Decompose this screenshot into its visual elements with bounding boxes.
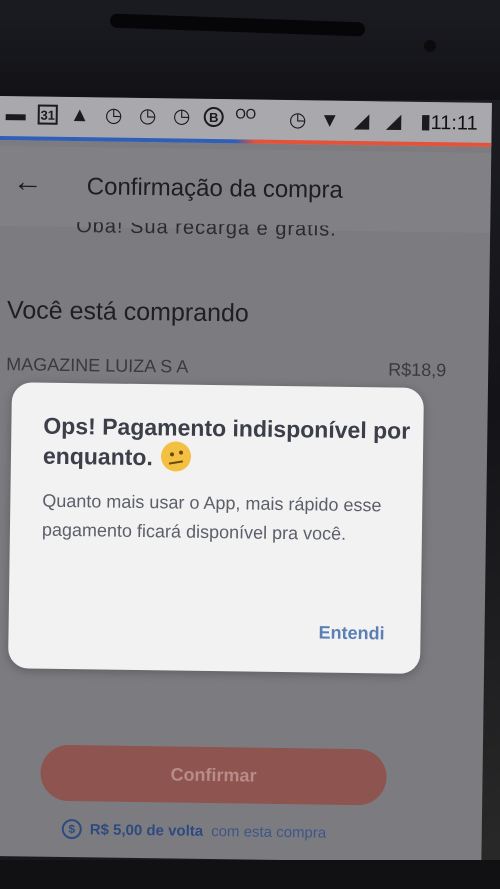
alarm-icon: ◷	[138, 104, 157, 128]
cashback-info: $ R$ 5,00 de volta com esta compra	[61, 818, 327, 843]
voicemail-icon: ᴼᴼ	[235, 106, 257, 129]
b-circle-icon: B	[203, 106, 224, 128]
merchant-row: MAGAZINE LUIZA S A R$18,9	[6, 354, 446, 382]
phone-photo: ▬ 31 ▲ ◷ ◷ ◷ B ᴼᴼ ◷ ▼ ◢ ◢ ▮ 11:11 ← Conf…	[0, 0, 500, 889]
page-title: Confirmação da compra	[86, 173, 344, 204]
dialog-message: Quanto mais usar o App, mais rápido esse…	[41, 490, 382, 544]
wifi-icon: ▼	[319, 109, 340, 132]
system-icons: ◷ ▼ ◢ ◢ ▮	[286, 108, 438, 134]
notification-icons: ▬ 31 ▲ ◷ ◷ ◷ B ᴼᴼ	[4, 102, 258, 130]
alarm-icon: ◷	[288, 109, 307, 132]
signal-icon: ◢	[385, 110, 402, 133]
alert-icon: ▲	[69, 103, 90, 127]
section-title: Você está comprando	[6, 296, 250, 328]
merchant-name: MAGAZINE LUIZA S A	[6, 354, 189, 377]
merchant-price: R$18,9	[388, 359, 447, 381]
cashback-coin-icon: $	[61, 818, 82, 840]
dialog-title: Ops! Pagamento indisponível por enquanto…	[43, 411, 414, 478]
confirm-button[interactable]: Confirmar	[40, 744, 387, 806]
payment-unavailable-dialog: Ops! Pagamento indisponível por enquanto…	[8, 382, 424, 674]
signal-icon: ◢	[353, 109, 370, 133]
progress-strip	[0, 135, 492, 147]
cashback-amount: R$ 5,00 de volta	[89, 820, 204, 840]
front-camera	[424, 40, 436, 52]
dialog-title-text: Ops! Pagamento indisponível por enquanto…	[42, 412, 411, 471]
partially-hidden-text: Oba! Sua recarga é grátis.	[76, 222, 337, 240]
calendar-icon: 31	[37, 104, 58, 125]
messages-icon: ▬	[5, 103, 26, 126]
earpiece-speaker	[109, 13, 366, 37]
arrow-left-icon[interactable]: ←	[13, 165, 43, 198]
status-bar: ▬ 31 ▲ ◷ ◷ ◷ B ᴼᴼ ◷ ▼ ◢ ◢ ▮ 11:11	[0, 96, 492, 147]
cashback-note: com esta compra	[211, 822, 327, 842]
thinking-face-emoji	[160, 441, 192, 472]
alarm-icon: ◷	[172, 105, 191, 128]
status-time: 11:11	[430, 112, 478, 135]
phone-screen: ▬ 31 ▲ ◷ ◷ ◷ B ᴼᴼ ◷ ▼ ◢ ◢ ▮ 11:11 ← Conf…	[0, 96, 492, 889]
phone-bezel	[0, 0, 500, 100]
phone-bottom-bezel	[0, 860, 500, 889]
app-bar: ← Confirmação da compra	[0, 145, 492, 233]
alarm-icon: ◷	[104, 104, 123, 127]
understood-button[interactable]: Entendi	[318, 623, 384, 645]
